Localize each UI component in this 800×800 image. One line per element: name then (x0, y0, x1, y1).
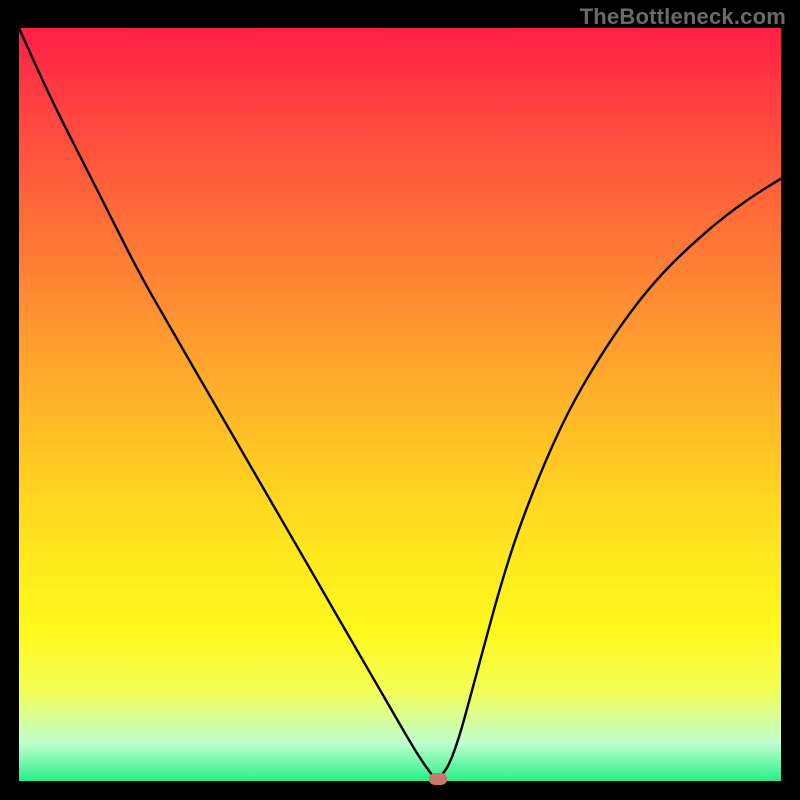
watermark-text: TheBottleneck.com (580, 4, 786, 30)
bottleneck-curve (19, 28, 781, 778)
minimum-marker (429, 773, 447, 785)
chart-frame: TheBottleneck.com (0, 0, 800, 800)
plot-area (19, 28, 781, 781)
curve-svg (19, 28, 781, 781)
